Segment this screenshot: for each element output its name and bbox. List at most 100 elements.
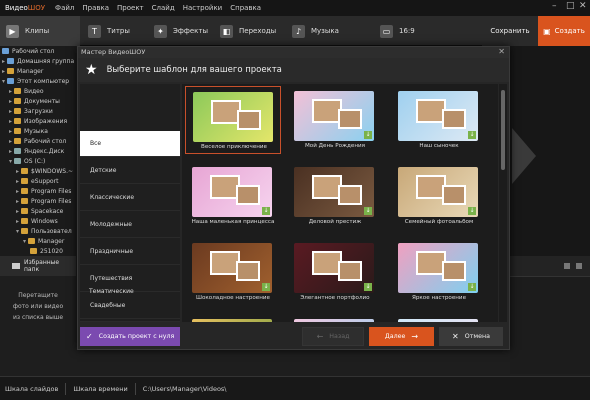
expand-icon[interactable]: ▸: [9, 88, 12, 95]
tab-titles[interactable]: T Титры: [84, 16, 150, 46]
menu-edit[interactable]: Правка: [78, 4, 113, 12]
tree-item[interactable]: ▾ Manager: [23, 236, 64, 246]
create-from-scratch-button[interactable]: ✓ Создать проект с нуля: [80, 327, 180, 346]
scrollbar-thumb[interactable]: [501, 90, 505, 170]
template-card[interactable]: Веселое приключение: [185, 86, 281, 154]
maximize-icon[interactable]: □: [566, 1, 575, 11]
cloud-drive-icon: [14, 148, 22, 154]
tab-clips[interactable]: ▶ Клипы: [0, 16, 80, 46]
tab-slides-timeline[interactable]: Шкала слайдов: [0, 385, 63, 393]
next-button[interactable]: Далее →: [369, 327, 434, 346]
category-holiday[interactable]: Праздничные: [80, 239, 180, 265]
download-icon[interactable]: ↓: [262, 283, 270, 291]
download-icon[interactable]: ↓: [468, 207, 476, 215]
menu-help[interactable]: Справка: [226, 4, 265, 12]
template-card[interactable]: ↓ Наша маленькая принцесса: [185, 162, 281, 230]
template-card[interactable]: ↓: [185, 314, 281, 322]
collapse-icon[interactable]: ▾: [2, 78, 5, 85]
category-youth[interactable]: Молодежные: [80, 212, 180, 238]
close-icon[interactable]: ✕: [498, 46, 505, 57]
tab-music[interactable]: ♪ Музыка: [290, 16, 360, 46]
download-icon[interactable]: ↓: [262, 207, 270, 215]
snapshot-icon[interactable]: [564, 263, 570, 269]
close-window-icon[interactable]: ✕: [579, 1, 587, 11]
save-button[interactable]: Сохранить: [482, 16, 538, 46]
tree-item[interactable]: ▸ Изображения: [9, 116, 67, 126]
template-card[interactable]: ↓: [287, 314, 383, 322]
tree-item[interactable]: ▸ Manager: [2, 66, 43, 76]
expand-icon[interactable]: ▸: [16, 188, 19, 195]
tab-effects[interactable]: ✦ Эффекты: [152, 16, 218, 46]
template-card[interactable]: ↓ Наш сыночек: [391, 86, 487, 154]
collapse-icon[interactable]: ▾: [23, 238, 26, 245]
expand-icon[interactable]: ▸: [2, 58, 5, 65]
template-card[interactable]: ↓: [391, 314, 487, 322]
tree-item[interactable]: ▸ Program Files: [16, 186, 71, 196]
tree-item[interactable]: ▸ Яндекс.Диск: [9, 146, 64, 156]
menu-file[interactable]: Файл: [51, 4, 78, 12]
template-card[interactable]: ↓ Элегантное портфолио: [287, 238, 383, 306]
menu-settings[interactable]: Настройки: [179, 4, 227, 12]
template-label: Элегантное портфолио: [300, 295, 370, 301]
expand-icon[interactable]: ▸: [16, 208, 19, 215]
download-icon[interactable]: ↓: [468, 131, 476, 139]
tree-item[interactable]: ▸ Windows: [16, 216, 58, 226]
expand-icon[interactable]: ▸: [9, 108, 12, 115]
tree-item[interactable]: Рабочий стол: [2, 46, 54, 56]
template-card[interactable]: ↓ Деловой престиж: [287, 162, 383, 230]
tree-item[interactable]: ▸ Документы: [9, 96, 60, 106]
download-icon[interactable]: ↓: [364, 207, 372, 215]
category-kids[interactable]: Детские: [80, 158, 180, 184]
category-thematic[interactable]: Тематические: [80, 286, 176, 298]
tree-item[interactable]: ▾ Пользовател: [16, 226, 72, 236]
minimize-icon[interactable]: –: [552, 1, 557, 11]
expand-icon[interactable]: ▸: [2, 68, 5, 75]
tree-item[interactable]: ▸ Рабочий стол: [9, 136, 66, 146]
template-card[interactable]: ↓ Шоколадное настроение: [185, 238, 281, 306]
tree-item[interactable]: ▸ Домашняя группа: [2, 56, 74, 66]
template-card[interactable]: ↓ Мой День Рождения: [287, 86, 383, 154]
template-card[interactable]: ↓ Яркое настроение: [391, 238, 487, 306]
back-button[interactable]: ← Назад: [302, 327, 364, 346]
expand-icon[interactable]: ▸: [16, 218, 19, 225]
template-thumbnail: ↓: [294, 91, 374, 141]
tree-item[interactable]: ▸ $WINDOWS.~: [16, 166, 73, 176]
tree-item[interactable]: ▸ Музыка: [9, 126, 48, 136]
download-icon[interactable]: ↓: [364, 131, 372, 139]
expand-icon[interactable]: ▸: [9, 138, 12, 145]
expand-icon[interactable]: ▸: [9, 118, 12, 125]
expand-icon[interactable]: ▸: [16, 198, 19, 205]
expand-icon[interactable]: ▸: [16, 168, 19, 175]
category-classic[interactable]: Классические: [80, 185, 180, 211]
cancel-button[interactable]: ✕ Отмена: [439, 327, 503, 346]
expand-icon[interactable]: ▸: [16, 178, 19, 185]
expand-icon[interactable]: ▸: [9, 128, 12, 135]
tree-item[interactable]: ▸ Видео: [9, 86, 44, 96]
category-all[interactable]: Все: [80, 131, 180, 157]
template-card[interactable]: ↓ Семейный фотоальбом: [391, 162, 487, 230]
download-icon[interactable]: ↓: [364, 283, 372, 291]
collapse-icon[interactable]: ▾: [9, 158, 12, 165]
fullscreen-icon[interactable]: [576, 263, 582, 269]
expand-icon[interactable]: ▸: [9, 98, 12, 105]
menu-slide[interactable]: Слайд: [148, 4, 179, 12]
tree-item[interactable]: ▸ eSupport: [16, 176, 58, 186]
create-button[interactable]: ▣ Создать: [538, 16, 590, 46]
tab-transitions[interactable]: ◧ Переходы: [218, 16, 292, 46]
favorites-button[interactable]: Избранные папк: [0, 256, 76, 276]
tree-item[interactable]: 251020: [30, 246, 63, 256]
tree-item[interactable]: ▾ OS (C:): [9, 156, 45, 166]
expand-icon[interactable]: ▸: [9, 148, 12, 155]
menu-project[interactable]: Проект: [113, 4, 148, 12]
tree-item[interactable]: ▸ Загрузки: [9, 106, 53, 116]
aspect-ratio-button[interactable]: ▭ 16:9: [380, 16, 430, 46]
folder-icon: [21, 198, 29, 204]
tree-item[interactable]: ▸ Spacekace: [16, 206, 63, 216]
collapse-icon[interactable]: ▾: [16, 228, 19, 235]
dialog-title-bar: Мастер ВидеоШОУ ✕: [78, 47, 509, 58]
download-icon[interactable]: ↓: [468, 283, 476, 291]
tree-item[interactable]: ▸ Program Files: [16, 196, 71, 206]
template-grid-scrollbar[interactable]: [499, 84, 507, 322]
tab-timeline[interactable]: Шкала времени: [68, 385, 132, 393]
tree-item[interactable]: ▾ Этот компьютер: [2, 76, 69, 86]
